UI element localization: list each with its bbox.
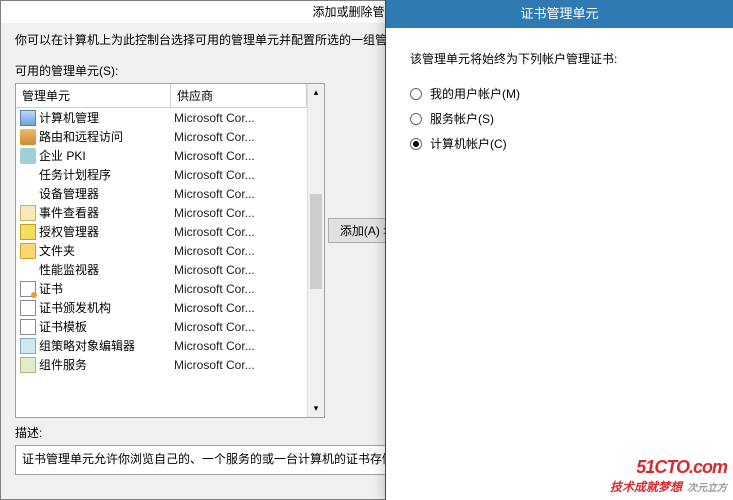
certificates-snapin-dialog: 证书管理单元 该管理单元将始终为下列帐户管理证书: 我的用户帐户(M) 服务帐户(… xyxy=(385,0,733,500)
radio-label: 计算机帐户(C) xyxy=(430,135,507,152)
snapin-name: 性能监视器 xyxy=(39,261,174,278)
snapin-icon xyxy=(20,167,36,183)
snapin-name: 证书模板 xyxy=(39,318,174,335)
snapin-vendor: Microsoft Cor... xyxy=(174,149,303,163)
table-row[interactable]: 事件查看器Microsoft Cor... xyxy=(16,203,307,222)
table-row[interactable]: 证书模板Microsoft Cor... xyxy=(16,317,307,336)
snapin-icon xyxy=(20,338,36,354)
table-row[interactable]: 任务计划程序Microsoft Cor... xyxy=(16,165,307,184)
snapin-name: 任务计划程序 xyxy=(39,166,174,183)
snapin-icon xyxy=(20,281,36,297)
scroll-thumb[interactable] xyxy=(310,194,322,289)
col-header-vendor[interactable]: 供应商 xyxy=(171,84,307,107)
account-prompt: 该管理单元将始终为下列帐户管理证书: xyxy=(410,50,709,67)
table-row[interactable]: 设备管理器Microsoft Cor... xyxy=(16,184,307,203)
snapin-icon xyxy=(20,186,36,202)
snapin-name: 证书颁发机构 xyxy=(39,299,174,316)
snapin-vendor: Microsoft Cor... xyxy=(174,111,303,125)
snapin-name: 组件服务 xyxy=(39,356,174,373)
scroll-up-icon[interactable]: ▴ xyxy=(308,84,324,101)
snapin-vendor: Microsoft Cor... xyxy=(174,225,303,239)
snapin-vendor: Microsoft Cor... xyxy=(174,263,303,277)
radio-label: 我的用户帐户(M) xyxy=(430,85,520,102)
snapin-name: 文件夹 xyxy=(39,242,174,259)
available-label: 可用的管理单元(S): xyxy=(15,62,325,79)
table-row[interactable]: 文件夹Microsoft Cor... xyxy=(16,241,307,260)
snapin-icon xyxy=(20,205,36,221)
table-row[interactable]: 组策略对象编辑器Microsoft Cor... xyxy=(16,336,307,355)
table-row[interactable]: 计算机管理Microsoft Cor... xyxy=(16,108,307,127)
account-radio-option[interactable]: 我的用户帐户(M) xyxy=(410,85,709,102)
table-header: 管理单元 供应商 xyxy=(16,84,307,108)
table-row[interactable]: 证书Microsoft Cor... xyxy=(16,279,307,298)
account-radio-option[interactable]: 计算机帐户(C) xyxy=(410,135,709,152)
snapin-icon xyxy=(20,129,36,145)
snapin-vendor: Microsoft Cor... xyxy=(174,320,303,334)
table-row[interactable]: 性能监视器Microsoft Cor... xyxy=(16,260,307,279)
snapin-icon xyxy=(20,357,36,373)
table-row[interactable]: 授权管理器Microsoft Cor... xyxy=(16,222,307,241)
snapin-name: 证书 xyxy=(39,280,174,297)
snapin-icon xyxy=(20,110,36,126)
snapin-vendor: Microsoft Cor... xyxy=(174,282,303,296)
table-row[interactable]: 组件服务Microsoft Cor... xyxy=(16,355,307,374)
snapin-vendor: Microsoft Cor... xyxy=(174,339,303,353)
snapin-icon xyxy=(20,224,36,240)
snapin-name: 事件查看器 xyxy=(39,204,174,221)
snapin-icon xyxy=(20,319,36,335)
snapin-name: 计算机管理 xyxy=(39,109,174,126)
radio-label: 服务帐户(S) xyxy=(430,110,494,127)
snapin-vendor: Microsoft Cor... xyxy=(174,358,303,372)
snapin-vendor: Microsoft Cor... xyxy=(174,301,303,315)
radio-icon[interactable] xyxy=(410,113,422,125)
front-title-text: 证书管理单元 xyxy=(520,6,598,21)
snapin-name: 企业 PKI xyxy=(39,147,174,164)
snapin-icon xyxy=(20,243,36,259)
snapin-icon xyxy=(20,148,36,164)
snapin-vendor: Microsoft Cor... xyxy=(174,187,303,201)
table-row[interactable]: 路由和远程访问Microsoft Cor... xyxy=(16,127,307,146)
snapin-vendor: Microsoft Cor... xyxy=(174,168,303,182)
snapin-icon xyxy=(20,262,36,278)
available-snapins-column: 可用的管理单元(S): 管理单元 供应商 计算机管理Microsoft Cor.… xyxy=(15,58,325,418)
snapin-vendor: Microsoft Cor... xyxy=(174,130,303,144)
scroll-down-icon[interactable]: ▾ xyxy=(308,400,324,417)
snapin-vendor: Microsoft Cor... xyxy=(174,206,303,220)
account-radio-option[interactable]: 服务帐户(S) xyxy=(410,110,709,127)
scrollbar[interactable]: ▴ ▾ xyxy=(307,84,324,417)
snapin-name: 组策略对象编辑器 xyxy=(39,337,174,354)
radio-icon[interactable] xyxy=(410,88,422,100)
radio-icon[interactable] xyxy=(410,138,422,150)
col-header-name[interactable]: 管理单元 xyxy=(16,84,171,107)
table-row[interactable]: 企业 PKIMicrosoft Cor... xyxy=(16,146,307,165)
snapin-name: 设备管理器 xyxy=(39,185,174,202)
available-snapins-list[interactable]: 管理单元 供应商 计算机管理Microsoft Cor...路由和远程访问Mic… xyxy=(15,83,325,418)
snapin-icon xyxy=(20,300,36,316)
account-radio-group: 我的用户帐户(M) 服务帐户(S) 计算机帐户(C) xyxy=(410,85,709,152)
snapin-name: 授权管理器 xyxy=(39,223,174,240)
table-row[interactable]: 证书颁发机构Microsoft Cor... xyxy=(16,298,307,317)
front-titlebar: 证书管理单元 xyxy=(386,0,733,28)
snapin-vendor: Microsoft Cor... xyxy=(174,244,303,258)
snapin-name: 路由和远程访问 xyxy=(39,128,174,145)
